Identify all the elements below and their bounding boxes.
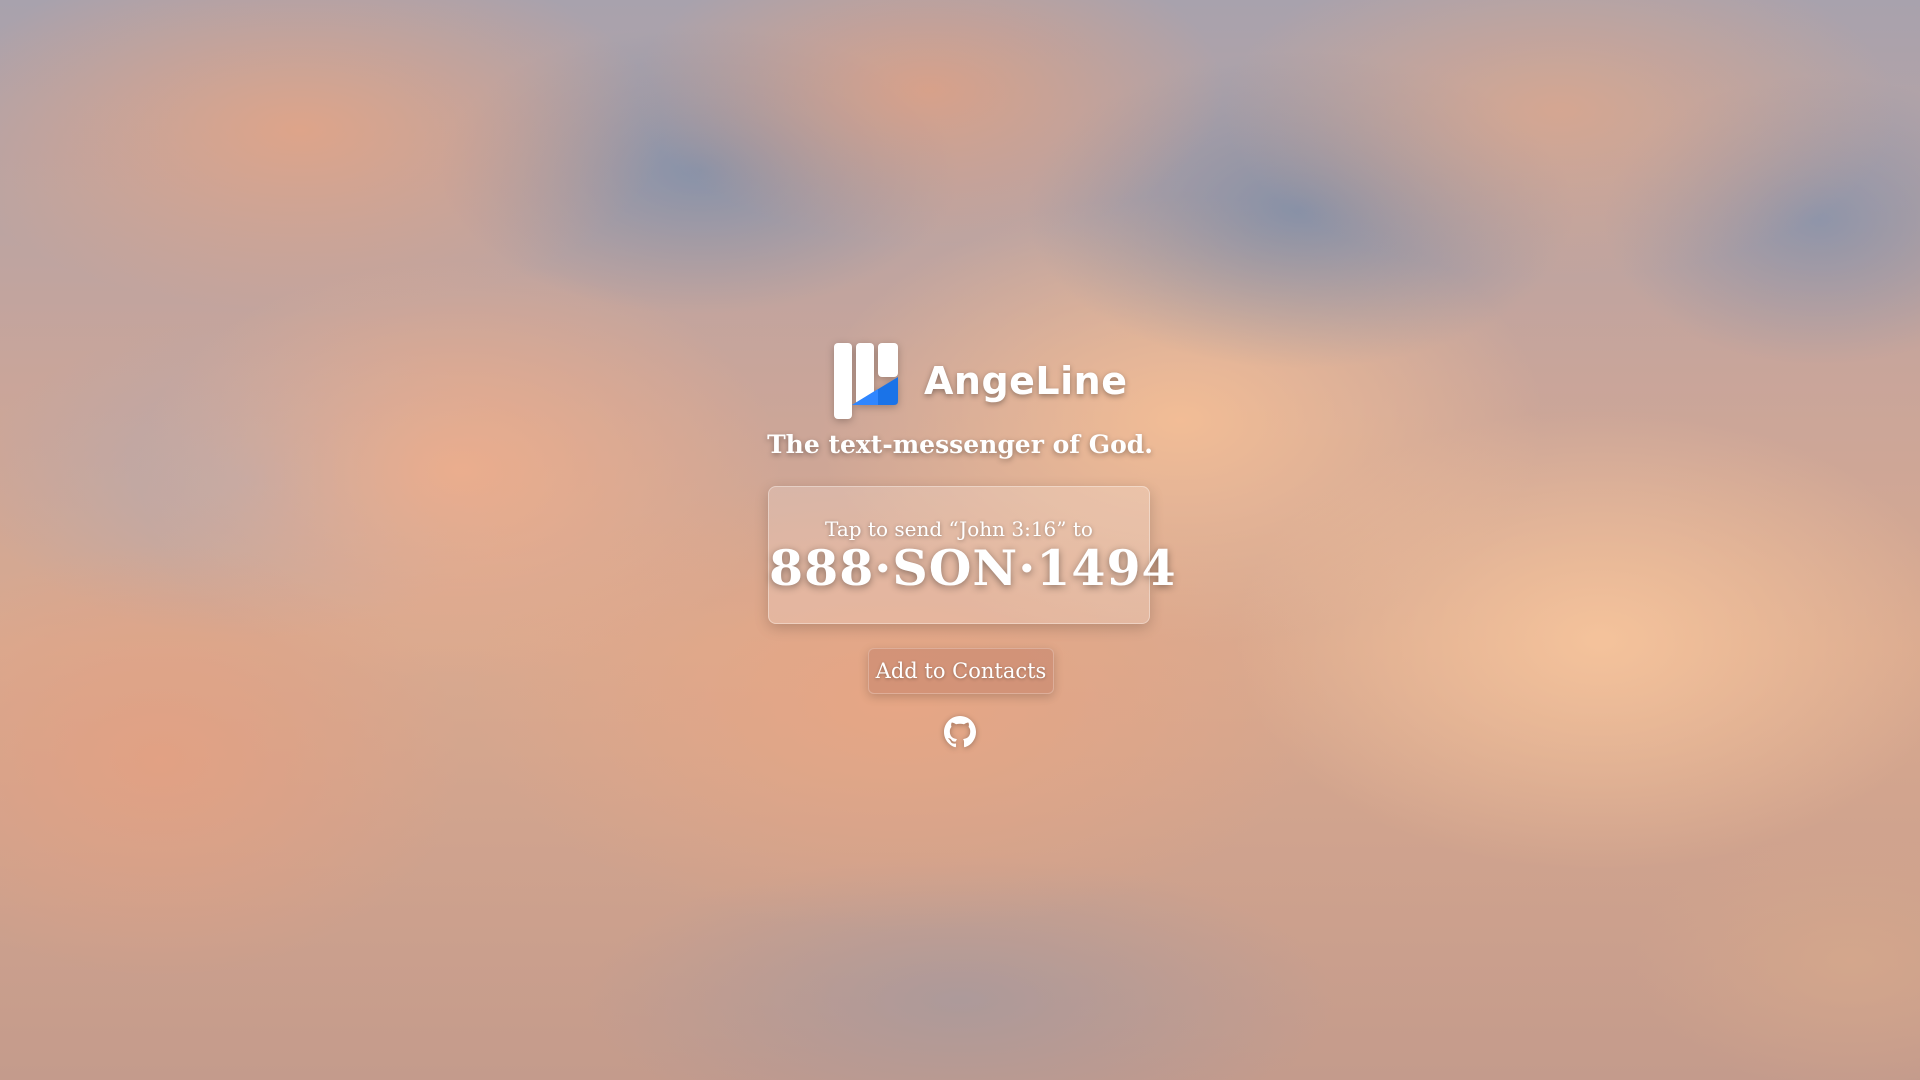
app-name: AngeLine bbox=[924, 359, 1128, 403]
add-to-contacts-button[interactable]: Add to Contacts bbox=[868, 648, 1054, 694]
github-icon[interactable] bbox=[944, 716, 976, 748]
phone-number: 888·SON·1494 bbox=[769, 539, 1177, 597]
send-verse-prompt: Tap to send “John 3:16” to bbox=[825, 517, 1093, 541]
page-content: AngeLine The text-messenger of God. Tap … bbox=[0, 0, 1920, 1080]
tagline: The text-messenger of God. bbox=[767, 430, 1153, 459]
send-verse-card[interactable]: Tap to send “John 3:16” to 888·SON·1494 bbox=[768, 486, 1177, 624]
angeline-logo-icon bbox=[834, 343, 898, 419]
brand-header: AngeLine bbox=[834, 343, 1128, 419]
